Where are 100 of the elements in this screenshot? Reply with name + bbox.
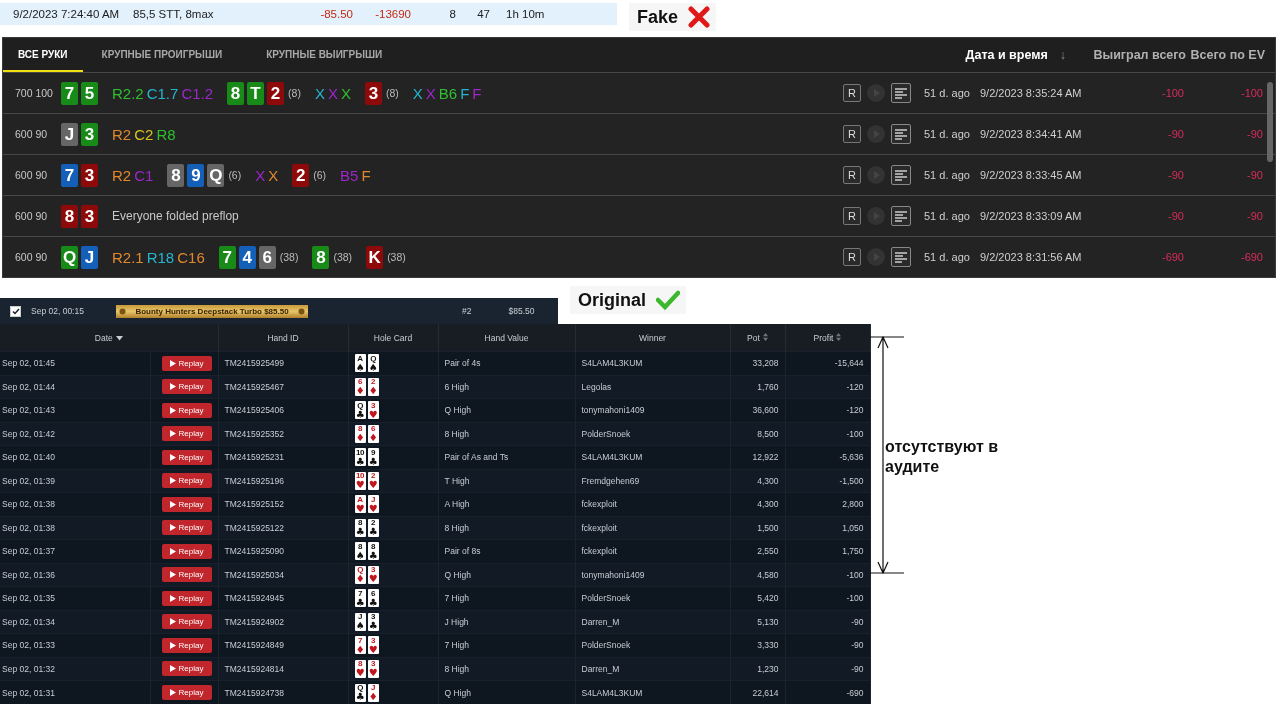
action-text: X	[255, 166, 266, 184]
replay-button[interactable]: Replay	[161, 637, 212, 653]
table-cell: 4,300	[730, 492, 785, 516]
replay-button[interactable]: R	[843, 166, 861, 184]
table-cell: Sep 02, 01:43	[0, 398, 150, 422]
won-amount: -90	[1167, 169, 1184, 181]
table-cell: Sep 02, 01:34	[0, 610, 150, 634]
playing-card: 2 ♣	[367, 518, 379, 537]
replay-button[interactable]: Replay	[161, 355, 212, 371]
action-text: X	[314, 84, 325, 102]
playing-card: 6 ♦	[367, 424, 379, 443]
table-cell: -90	[785, 633, 870, 657]
notes-button[interactable]	[891, 206, 911, 226]
notes-button[interactable]	[891, 247, 911, 267]
replay-button[interactable]: Replay	[161, 426, 212, 442]
playing-card: J ♥	[367, 495, 379, 514]
table-cell: -5,636	[785, 445, 870, 469]
replay-button[interactable]: R	[843, 248, 861, 266]
replay-button[interactable]: Replay	[161, 614, 212, 630]
table-cell: Legolas	[575, 375, 730, 399]
playing-card: 6 ♣	[367, 589, 379, 608]
table-cell: Sep 02, 01:31	[0, 680, 150, 704]
action-text: R8	[156, 125, 176, 143]
stakes: 600 90	[14, 169, 49, 181]
sort-arrow: ↓	[1059, 48, 1066, 62]
card: 8	[167, 163, 185, 187]
table-cell-text: 8	[448, 8, 456, 20]
action-text: C1	[134, 166, 154, 184]
annotation-text: отсутствуют в аудите	[885, 437, 1000, 477]
column-header[interactable]: Выиграл всего	[1086, 48, 1186, 62]
replay-button[interactable]: R	[843, 125, 861, 143]
play-icon	[169, 500, 176, 508]
time-ago: 51 d. ago	[924, 210, 971, 222]
tournament-date: Sep 02, 00:15	[31, 306, 85, 316]
replay-button[interactable]: Replay	[161, 449, 212, 465]
ev-amount: -100	[1239, 87, 1263, 99]
replay-button[interactable]: R	[843, 207, 861, 225]
playing-card: Q ♣	[354, 401, 366, 420]
replay-button[interactable]: Replay	[161, 661, 212, 677]
notes-button[interactable]	[891, 83, 911, 103]
verdict-text: Original	[578, 289, 646, 311]
playing-card: 3 ♥	[367, 565, 379, 584]
replay-button[interactable]: Replay	[161, 567, 212, 583]
tab[interactable]: КРУПНЫЕ ПРОИГРЫШИ	[86, 38, 238, 72]
table-cell: TM2415925152	[218, 492, 348, 516]
card: K	[366, 245, 384, 269]
table-cell: Sep 02, 01:44	[0, 375, 150, 399]
player-count: (6)	[313, 169, 327, 181]
column-header[interactable]: Pot	[730, 324, 785, 352]
table-cell: TM2415924902	[218, 610, 348, 634]
table-cell: Darren_M	[575, 657, 730, 681]
table-cell: tonymahoni1409	[575, 398, 730, 422]
text-lines-icon	[895, 169, 907, 181]
notes-button[interactable]	[891, 124, 911, 144]
table-cell: Q High	[438, 398, 575, 422]
replay-button[interactable]: Replay	[161, 496, 212, 512]
table-cell: -90	[785, 610, 870, 634]
stakes: 600 90	[14, 251, 49, 263]
table-cell: Pair of 4s	[438, 351, 575, 375]
table-cell-text: 47	[476, 8, 490, 20]
hand-note: Everyone folded preflop	[112, 209, 239, 223]
replay-button[interactable]: Replay	[161, 520, 212, 536]
column-header[interactable]: Date	[0, 324, 218, 352]
result: -13690	[374, 8, 411, 20]
table-cell: 8 High	[438, 422, 575, 446]
notes-button[interactable]	[891, 165, 911, 185]
replay-button[interactable]: R	[843, 84, 861, 102]
replay-button[interactable]: Replay	[161, 685, 212, 700]
column-header[interactable]: Дата и время ↓	[926, 48, 1086, 62]
action-text: F	[460, 84, 470, 102]
card: 3	[364, 81, 382, 105]
buy-in: $85.50	[508, 306, 535, 316]
table-cell: 7 High	[438, 586, 575, 610]
playing-card: 8 ♠	[354, 542, 366, 561]
card: 5	[81, 81, 98, 105]
table-cell: TM2415925352	[218, 422, 348, 446]
card: 6	[258, 245, 276, 269]
column-header[interactable]: Всего по EV	[1186, 48, 1265, 62]
verdict-text: Fake	[637, 6, 679, 28]
replay-button[interactable]: Replay	[161, 473, 212, 489]
table-cell: TM2415925499	[218, 351, 348, 375]
replay-button[interactable]: Replay	[161, 543, 212, 559]
playing-card: 3 ♥	[367, 659, 379, 678]
play-icon	[169, 618, 176, 626]
table-cell: -690	[785, 680, 870, 704]
column-header: Winner	[575, 324, 730, 352]
replay-button[interactable]: Replay	[161, 379, 212, 395]
tab[interactable]: ВСЕ РУКИ	[3, 38, 83, 72]
tab[interactable]: КРУПНЫЕ ВЫИГРЫШИ	[251, 38, 398, 72]
column-header[interactable]: Profit	[785, 324, 870, 352]
play-icon	[169, 383, 176, 391]
checkbox[interactable]	[10, 305, 21, 317]
replay-button[interactable]: Replay	[161, 590, 212, 606]
table-cell: -100	[785, 563, 870, 587]
tournament-row[interactable]: Sep 02, 00:15 Bounty Hunters Deepstack Turbo $85.50 #2 $85.50	[0, 298, 558, 324]
player-count: (38)	[387, 251, 406, 263]
replay-button[interactable]: Replay	[161, 402, 212, 418]
scrollbar[interactable]	[1267, 82, 1273, 162]
playing-card: 10 ♥	[354, 471, 366, 490]
playing-card: A ♠	[354, 354, 366, 373]
